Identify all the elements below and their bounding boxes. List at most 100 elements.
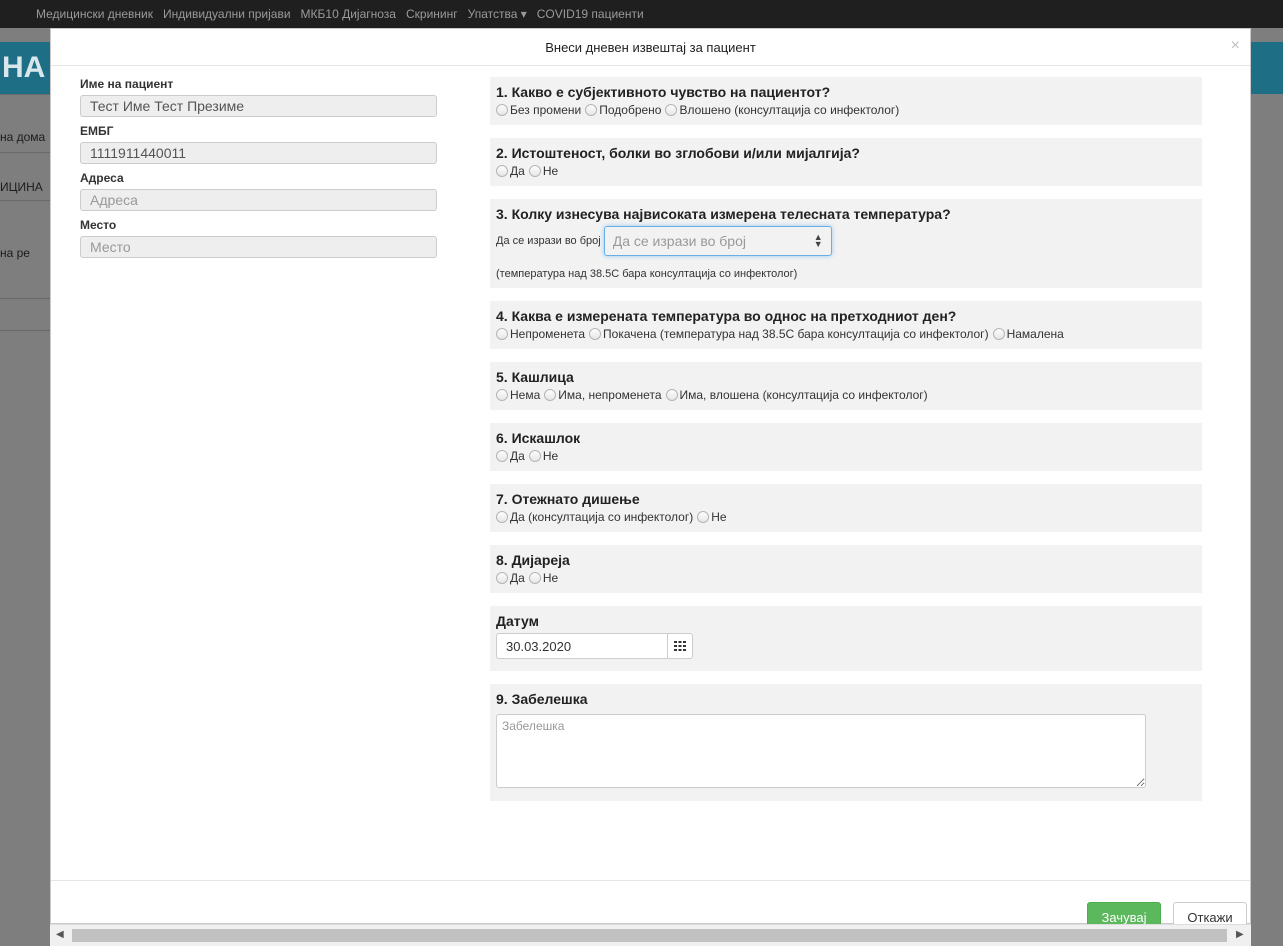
radio-button[interactable] (496, 328, 508, 340)
embg-field[interactable] (80, 142, 437, 164)
place-field[interactable] (80, 236, 437, 258)
horizontal-scrollbar[interactable]: ◀ ▶ (50, 924, 1251, 946)
background-divider (0, 330, 50, 331)
note-label: 9. Забелешка (496, 691, 588, 707)
question-breathing: 7. Отежнато дишење Да (консултација со и… (490, 484, 1202, 532)
scrollbar-thumb[interactable] (72, 929, 1227, 942)
bg-nav-item-reports: Индивидуални пријави (163, 7, 291, 21)
temperature-note: (температура над 38.5С бара консултација… (496, 268, 798, 280)
date-picker (496, 633, 1196, 659)
radio-option[interactable]: Не (528, 449, 559, 463)
bg-nav-item-screening: Скрининг (405, 7, 458, 21)
radio-button[interactable] (589, 328, 602, 340)
date-section: Датум (490, 606, 1202, 671)
temperature-row: Да се изрази во број ▲▼ (496, 226, 1196, 256)
radio-button[interactable] (585, 104, 598, 116)
radio-option[interactable]: Влошено (консултација со инфектолог) (665, 103, 899, 117)
radio-label: Има, влошена (консултација со инфектолог… (679, 388, 928, 402)
radio-button[interactable] (544, 389, 557, 401)
temperature-input[interactable]: ▲▼ (603, 226, 832, 256)
background-right-panel (1251, 28, 1283, 946)
radio-option[interactable]: Да (496, 571, 525, 585)
radio-option[interactable]: Има, влошена (консултација со инфектолог… (665, 388, 928, 402)
question-title: 8. Дијареја (496, 552, 570, 568)
radio-group: Да (консултација со инфектолог) Не (496, 510, 1196, 524)
radio-option[interactable]: Непроменета (496, 327, 585, 341)
question-title: 4. Каква е измерената температура во одн… (496, 308, 957, 324)
modal-header: Внеси дневен извештај за пациент × (51, 29, 1250, 66)
radio-label: Да (510, 571, 525, 585)
background-header-strip (1251, 42, 1283, 94)
radio-option[interactable]: Да (496, 449, 525, 463)
radio-label: Влошено (консултација со инфектолог) (679, 103, 900, 117)
background-divider (0, 152, 50, 153)
date-field[interactable] (496, 633, 667, 659)
radio-group: Да Не (496, 164, 1196, 178)
daily-report-modal: Внеси дневен извештај за пациент × Име н… (50, 28, 1251, 933)
radio-option[interactable]: Намалена (992, 327, 1064, 341)
modal-title: Внеси дневен извештај за пациент (545, 40, 756, 55)
radio-label: Непроменета (510, 327, 586, 341)
question-title: 2. Истоштеност, болки во зглобови и/или … (496, 145, 860, 161)
radio-button[interactable] (496, 389, 508, 401)
radio-option[interactable]: Има, непроменета (544, 388, 662, 402)
radio-button[interactable] (665, 389, 678, 401)
bg-nav-item-instructions: Упатства ▾ (467, 7, 527, 21)
radio-label: Подобрено (599, 103, 662, 117)
address-field[interactable] (80, 189, 437, 211)
question-title: 1. Какво е субјективното чувство на паци… (496, 84, 831, 100)
radio-option[interactable]: Подобрено (585, 103, 661, 117)
background-fragment: на дома (0, 130, 46, 144)
radio-label: Не (542, 449, 559, 463)
question-title: 5. Кашлица (496, 369, 574, 385)
close-icon[interactable]: × (1231, 37, 1240, 55)
question-diarrhea: 8. Дијареја Да Не (490, 545, 1202, 593)
radio-option[interactable]: Покачена (температура над 38.5С бара кон… (589, 327, 989, 341)
radio-option[interactable]: Нема (496, 388, 540, 402)
date-label: Датум (496, 613, 539, 629)
radio-button[interactable] (496, 450, 508, 462)
radio-group: Да Не (496, 449, 1196, 463)
radio-label: Покачена (температура над 38.5С бара кон… (603, 327, 989, 341)
question-sputum: 6. Искашлок Да Не (490, 423, 1202, 471)
radio-option[interactable]: Да (консултација со инфектолог) (496, 510, 693, 524)
modal-footer: Зачувај Откажи (51, 880, 1250, 933)
radio-label: Нема (510, 388, 541, 402)
radio-button[interactable] (665, 104, 678, 116)
radio-button[interactable] (528, 450, 541, 462)
radio-button[interactable] (528, 165, 541, 177)
question-cough: 5. Кашлица Нема Има, непроменета Има, вл… (490, 362, 1202, 410)
note-textarea[interactable] (496, 714, 1146, 788)
radio-option[interactable]: Без промени (496, 103, 581, 117)
radio-option[interactable]: Да (496, 164, 525, 178)
radio-button[interactable] (496, 511, 508, 523)
radio-label: Да (консултација со инфектолог) (510, 510, 694, 524)
radio-button[interactable] (496, 572, 508, 584)
radio-option[interactable]: Не (697, 510, 727, 524)
radio-button[interactable] (496, 104, 508, 116)
question-fatigue: 2. Истоштеност, болки во зглобови и/или … (490, 138, 1202, 186)
scroll-left-icon[interactable]: ◀ (56, 929, 64, 940)
radio-option[interactable]: Не (528, 571, 558, 585)
background-divider (0, 200, 50, 201)
radio-group: Да Не (496, 571, 1196, 585)
spinner-icon[interactable]: ▲ ▼ (814, 233, 823, 249)
calendar-icon[interactable] (667, 633, 693, 659)
question-subjective-feeling: 1. Какво е субјективното чувство на паци… (490, 77, 1202, 125)
radio-option[interactable]: Не (528, 164, 558, 178)
radio-button[interactable] (992, 328, 1005, 340)
patient-name-field[interactable] (80, 95, 437, 117)
question-title: 6. Искашлок (496, 430, 581, 446)
radio-button[interactable] (528, 572, 541, 584)
scroll-right-icon[interactable]: ▶ (1236, 929, 1244, 940)
temperature-number-field[interactable] (612, 233, 803, 249)
bg-nav-item-diary: Медицински дневник (36, 7, 153, 21)
address-label: Адреса (80, 171, 124, 185)
radio-group: Непроменета Покачена (температура над 38… (496, 327, 1196, 341)
radio-button[interactable] (496, 165, 508, 177)
background-divider (0, 298, 50, 299)
background-fragment: ИЦИНА (0, 180, 43, 194)
radio-button[interactable] (697, 511, 710, 523)
patient-name-label: Име на пациент (80, 77, 174, 91)
question-temperature-trend: 4. Каква е измерената температура во одн… (490, 301, 1202, 349)
